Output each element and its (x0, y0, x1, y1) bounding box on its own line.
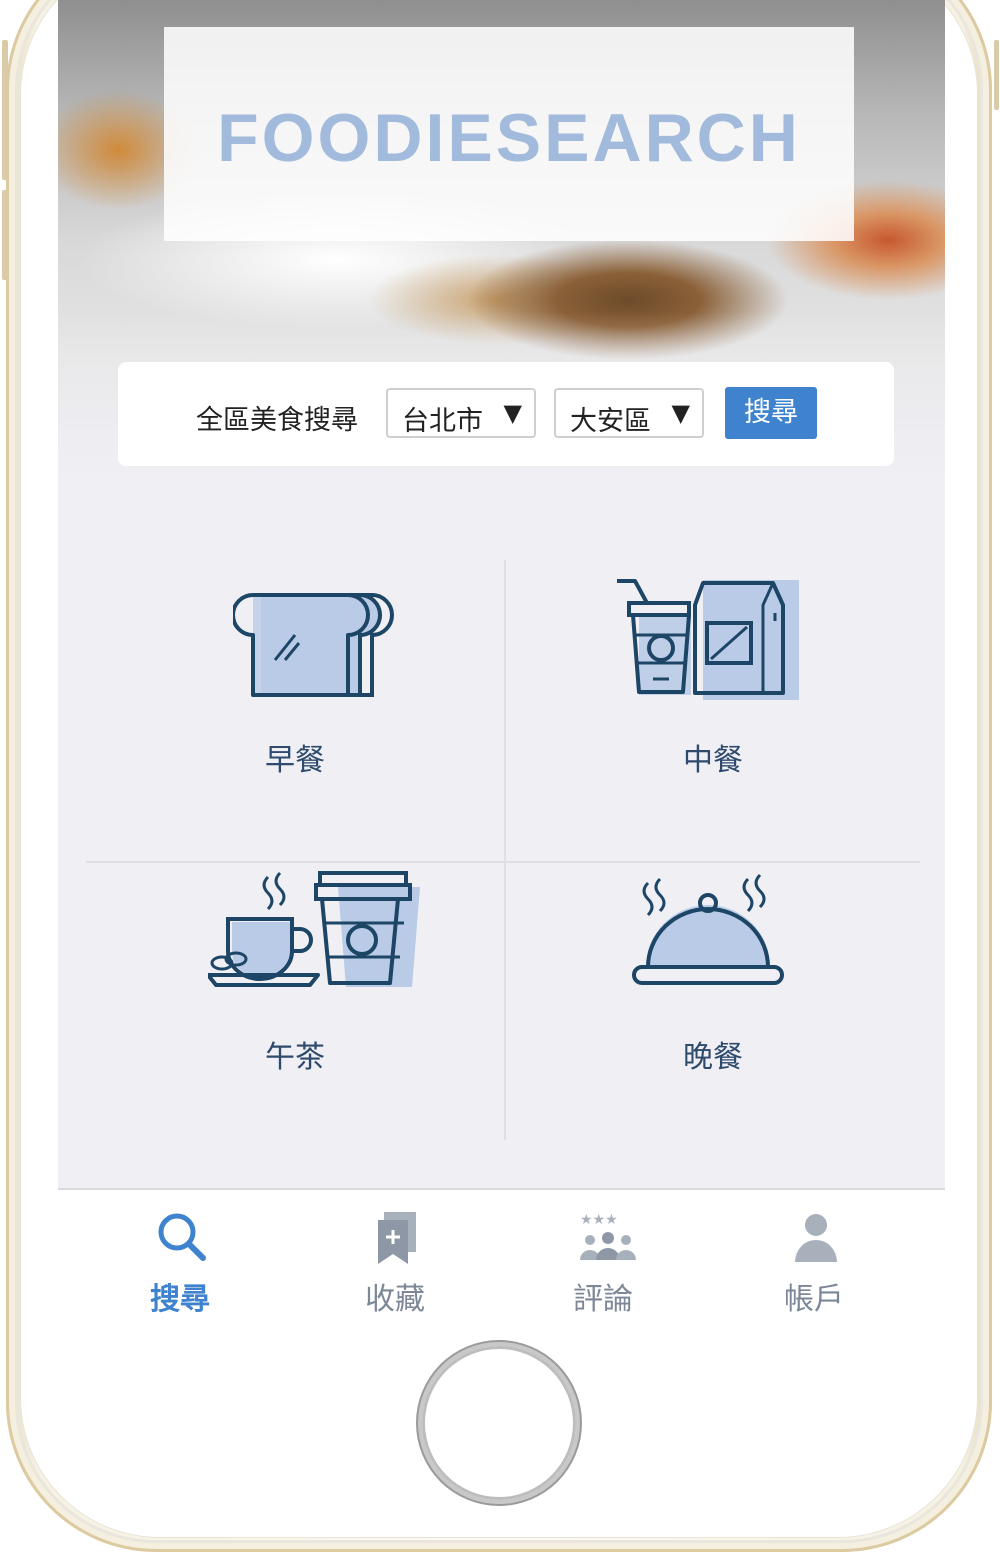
chevron-down-icon: ▼ (671, 399, 690, 427)
search-button[interactable]: 搜尋 (725, 387, 817, 439)
svg-text:★★★: ★★★ (580, 1212, 618, 1228)
app-screen: FOODIESEARCH 全區美食搜尋 台北市 ▼ 大安區 ▼ 搜尋 早餐 中餐… (58, 0, 945, 1323)
category-label: 中餐 (683, 743, 743, 778)
district-select[interactable]: 大安區 ▼ (554, 388, 704, 438)
bread-icon (233, 593, 394, 697)
category-lunch[interactable]: 中餐 (506, 560, 920, 860)
logo-box: FOODIESEARCH (164, 27, 854, 241)
search-label: 全區美食搜尋 (196, 405, 358, 436)
user-icon (795, 1214, 837, 1262)
bottom-tab-bar: 搜尋 收藏 ★★★ 評論 帳戶 (58, 1188, 945, 1323)
bookmark-add-icon (378, 1212, 416, 1264)
category-afternoon-tea[interactable]: 午茶 (88, 862, 502, 1162)
search-bar: 全區美食搜尋 台北市 ▼ 大安區 ▼ 搜尋 (118, 362, 894, 466)
phone-side-button (2, 40, 8, 180)
city-select[interactable]: 台北市 ▼ (386, 388, 536, 438)
category-label: 早餐 (265, 743, 325, 778)
lunch-drink-bag-icon (617, 579, 799, 700)
category-breakfast[interactable]: 早餐 (88, 560, 502, 860)
tab-search[interactable]: 搜尋 (80, 1190, 280, 1323)
district-select-value: 大安區 (570, 406, 651, 437)
category-label: 午茶 (265, 1040, 325, 1075)
tab-label: 收藏 (365, 1282, 425, 1317)
tab-label: 搜尋 (150, 1282, 210, 1317)
category-label: 晚餐 (683, 1040, 743, 1075)
tab-favorites[interactable]: 收藏 (295, 1190, 495, 1323)
cloche-icon (632, 873, 784, 985)
home-button[interactable] (422, 1346, 576, 1500)
city-select-value: 台北市 (402, 406, 483, 437)
tab-account[interactable]: 帳戶 (714, 1190, 914, 1323)
app-logo: FOODIESEARCH (217, 100, 801, 176)
tab-label: 評論 (573, 1282, 633, 1317)
rated-users-icon: ★★★ (580, 1212, 636, 1260)
chevron-down-icon: ▼ (503, 399, 522, 427)
phone-side-button (2, 190, 8, 280)
phone-side-button (994, 40, 999, 110)
tab-label: 帳戶 (784, 1282, 844, 1317)
tab-reviews[interactable]: ★★★ 評論 (503, 1190, 703, 1323)
search-icon (158, 1213, 206, 1261)
category-dinner[interactable]: 晚餐 (506, 862, 920, 1162)
coffee-cups-icon (208, 871, 420, 987)
